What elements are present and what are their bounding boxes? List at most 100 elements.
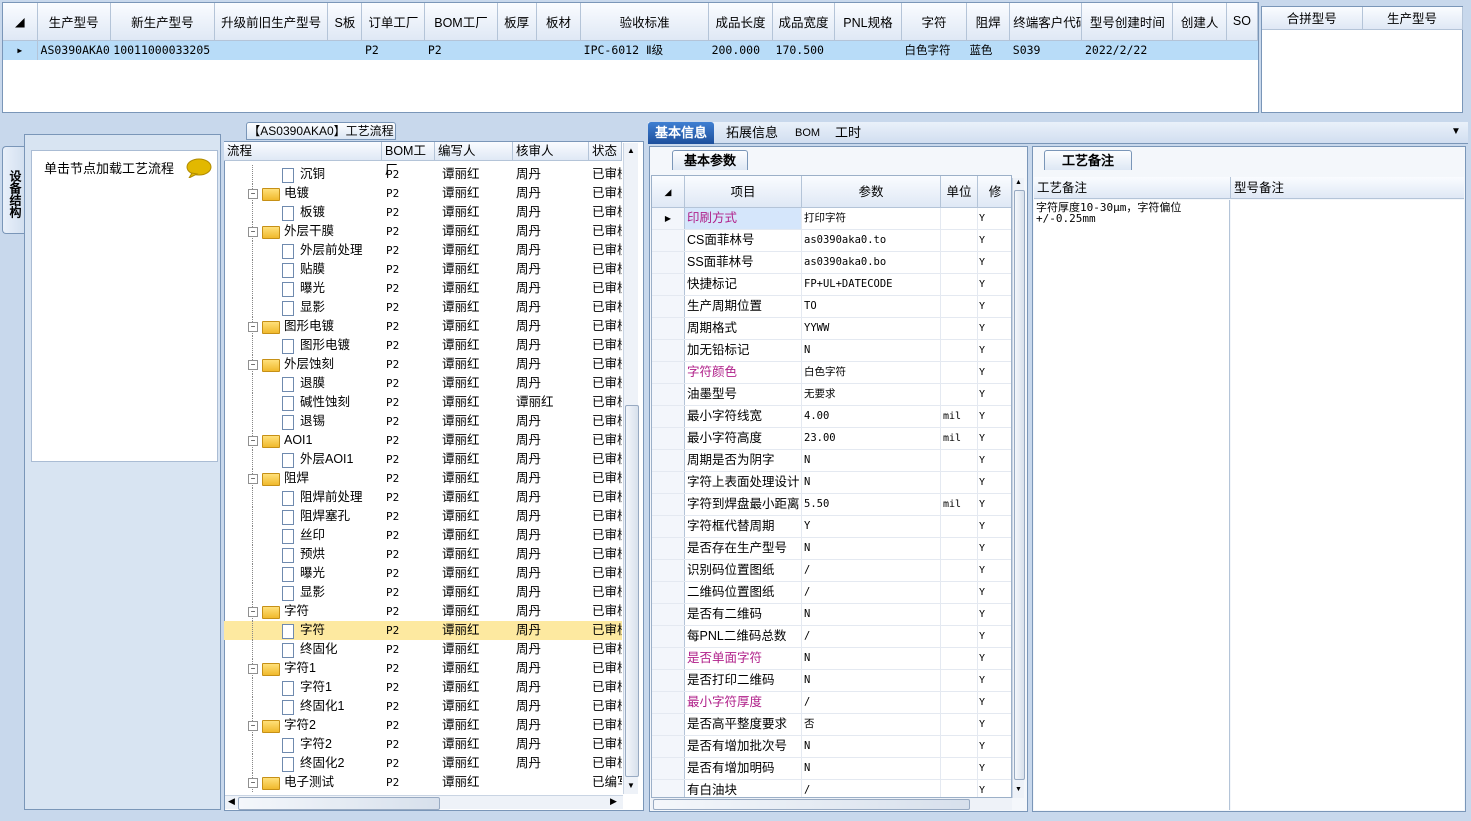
- param-modify-flag[interactable]: Y: [978, 604, 1011, 625]
- param-value[interactable]: as0390aka0.to: [802, 230, 941, 251]
- param-value[interactable]: TO: [802, 296, 941, 317]
- param-modify-flag[interactable]: Y: [978, 472, 1011, 493]
- param-value[interactable]: Y: [802, 516, 941, 537]
- basic-params-title[interactable]: 基本参数: [672, 150, 748, 170]
- tree-node[interactable]: 板镀 P2 谭丽红 周丹 已审核: [224, 203, 622, 222]
- param-unit[interactable]: [941, 208, 978, 229]
- param-unit[interactable]: mil: [941, 494, 978, 515]
- grid-col-header[interactable]: 终端客户代码: [1009, 3, 1083, 41]
- param-modify-flag[interactable]: Y: [978, 494, 1011, 515]
- param-modify-flag[interactable]: Y: [978, 714, 1011, 735]
- param-unit[interactable]: [941, 450, 978, 471]
- param-row[interactable]: 是否有二维码 N Y: [652, 604, 1011, 626]
- param-modify-flag[interactable]: Y: [978, 428, 1011, 449]
- param-row[interactable]: 识别码位置图纸 / Y: [652, 560, 1011, 582]
- grid-cell[interactable]: [834, 40, 902, 60]
- param-modify-flag[interactable]: Y: [978, 626, 1011, 647]
- param-row[interactable]: 是否有增加批次号 N Y: [652, 736, 1011, 758]
- param-unit[interactable]: [941, 340, 978, 361]
- grid-cell[interactable]: 2022/2/22: [1081, 40, 1173, 60]
- flow-horizontal-scrollbar[interactable]: ◀ ▶: [225, 795, 623, 810]
- grid-col-header[interactable]: 订单工厂: [361, 3, 426, 41]
- tree-node[interactable]: 终固化2 P2 谭丽红 周丹 已审核: [224, 754, 622, 773]
- grid-cell[interactable]: P2: [424, 40, 498, 60]
- param-unit[interactable]: [941, 362, 978, 383]
- tree-node[interactable]: 预烘 P2 谭丽红 周丹 已审核: [224, 545, 622, 564]
- param-row[interactable]: 生产周期位置 TO Y: [652, 296, 1011, 318]
- tree-node[interactable]: − 字符1 P2 谭丽红 周丹 已审核: [224, 659, 622, 678]
- collapse-toggle-icon[interactable]: −: [248, 322, 258, 332]
- grid-col-header[interactable]: 生产型号: [37, 3, 111, 41]
- param-unit[interactable]: [941, 714, 978, 735]
- param-value[interactable]: FP+UL+DATECODE: [802, 274, 941, 295]
- grid-cell[interactable]: [327, 40, 362, 60]
- merge-col-header[interactable]: 合拼型号: [1262, 7, 1363, 30]
- param-row[interactable]: 周期是否为阴字 N Y: [652, 450, 1011, 472]
- flow-col-status[interactable]: 状态: [589, 142, 622, 161]
- device-tree[interactable]: [31, 150, 218, 462]
- grid-cell[interactable]: 170.500: [772, 40, 835, 60]
- tree-node[interactable]: 字符1 P2 谭丽红 周丹 已审核: [224, 678, 622, 697]
- param-value[interactable]: 白色字符: [802, 362, 941, 383]
- param-modify-flag[interactable]: Y: [978, 758, 1011, 779]
- param-value[interactable]: N: [802, 340, 941, 361]
- tree-node[interactable]: − 电镀 P2 谭丽红 周丹 已审核: [224, 184, 622, 203]
- grid-cell[interactable]: 10011000033205: [110, 40, 215, 60]
- tree-node[interactable]: 字符2 P2 谭丽红 周丹 已审核: [224, 735, 622, 754]
- param-hscroll-thumb[interactable]: [653, 799, 970, 810]
- grid-col-header[interactable]: 板厚: [497, 3, 537, 41]
- model-grid[interactable]: ◢ 生产型号 新生产型号 升级前旧生产型号 S板 订单工厂 BOM工厂 板厚 板材 验收标准 成品长…: [2, 2, 1259, 113]
- flow-col-process[interactable]: 流程: [224, 142, 382, 161]
- param-modify-flag[interactable]: Y: [978, 780, 1011, 797]
- param-row[interactable]: 加无铅标记 N Y: [652, 340, 1011, 362]
- tree-node[interactable]: 曝光 P2 谭丽红 周丹 已审核: [224, 564, 622, 583]
- tree-node[interactable]: − 图形电镀 P2 谭丽红 周丹 已审核: [224, 317, 622, 336]
- param-unit[interactable]: [941, 252, 978, 273]
- flow-col-writer[interactable]: 编写人: [435, 142, 513, 161]
- grid-col-header[interactable]: 新生产型号: [110, 3, 215, 41]
- param-value[interactable]: 4.00: [802, 406, 941, 427]
- flow-hscroll-thumb[interactable]: [238, 797, 440, 810]
- param-unit[interactable]: [941, 230, 978, 251]
- scroll-up-icon[interactable]: ▲: [627, 146, 635, 155]
- tree-node[interactable]: 外层前处理 P2 谭丽红 周丹 已审核: [224, 241, 622, 260]
- param-col-modify[interactable]: 修: [978, 176, 1011, 208]
- param-value[interactable]: /: [802, 780, 941, 797]
- grid-col-header[interactable]: 创建人: [1172, 3, 1227, 41]
- param-horizontal-scrollbar[interactable]: [651, 798, 1012, 810]
- tab-extended-info[interactable]: 拓展信息: [719, 122, 785, 144]
- tree-node[interactable]: 贴膜 P2 谭丽红 周丹 已审核: [224, 260, 622, 279]
- scroll-right-icon[interactable]: ▶: [610, 796, 617, 807]
- grid-cell[interactable]: [497, 40, 537, 60]
- flow-vertical-scrollbar[interactable]: ▲ ▼: [623, 143, 639, 794]
- grid-cell[interactable]: [536, 40, 581, 60]
- param-value[interactable]: 无要求: [802, 384, 941, 405]
- remarks-col-process[interactable]: 工艺备注: [1034, 177, 1231, 199]
- grid-cell[interactable]: S039: [1009, 40, 1082, 60]
- tree-node[interactable]: − 外层干膜 P2 谭丽红 周丹 已审核: [224, 222, 622, 241]
- param-value[interactable]: N: [802, 758, 941, 779]
- param-unit[interactable]: [941, 384, 978, 405]
- param-row[interactable]: 是否存在生产型号 N Y: [652, 538, 1011, 560]
- param-unit[interactable]: [941, 648, 978, 669]
- tree-node[interactable]: 沉铜 P2 谭丽红 周丹 已审核: [224, 165, 622, 184]
- param-row[interactable]: CS面菲林号 as0390aka0.to Y: [652, 230, 1011, 252]
- param-row[interactable]: 字符到焊盘最小距离 5.50 mil Y: [652, 494, 1011, 516]
- grid-cell[interactable]: P2: [361, 40, 425, 60]
- param-row[interactable]: 每PNL二维码总数 / Y: [652, 626, 1011, 648]
- param-modify-flag[interactable]: Y: [978, 340, 1011, 361]
- grid-col-header[interactable]: 型号创建时间: [1081, 3, 1174, 41]
- param-unit[interactable]: [941, 670, 978, 691]
- tree-node[interactable]: 显影 P2 谭丽红 周丹 已审核: [224, 298, 622, 317]
- process-note-field[interactable]: 字符厚度10-30μm，字符偏位+/-0.25mm: [1034, 200, 1230, 810]
- param-row[interactable]: 是否打印二维码 N Y: [652, 670, 1011, 692]
- grid-col-header[interactable]: 验收标准: [580, 3, 710, 41]
- param-value[interactable]: 5.50: [802, 494, 941, 515]
- collapse-toggle-icon[interactable]: −: [248, 607, 258, 617]
- tabs-dropdown-icon[interactable]: ▼: [1451, 126, 1461, 137]
- grid-col-header[interactable]: 成品长度: [708, 3, 774, 41]
- grid-col-header[interactable]: 板材: [536, 3, 582, 41]
- tree-node[interactable]: 外层AOI1 P2 谭丽红 周丹 已审核: [224, 450, 622, 469]
- grid-col-header[interactable]: 升级前旧生产型号: [214, 3, 329, 41]
- tree-node[interactable]: − 外层蚀刻 P2 谭丽红 周丹 已审核: [224, 355, 622, 374]
